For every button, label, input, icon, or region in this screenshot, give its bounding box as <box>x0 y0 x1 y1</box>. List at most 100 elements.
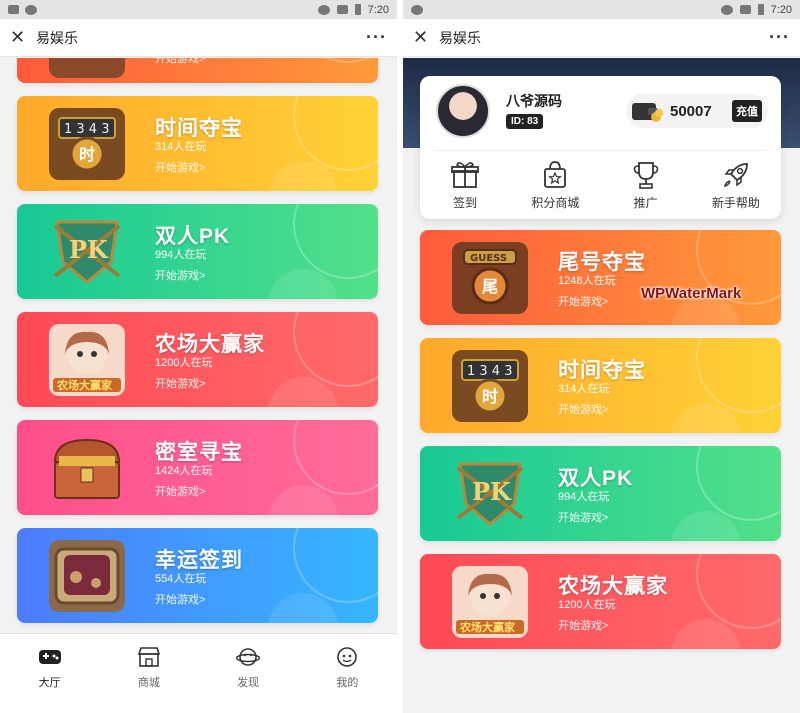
game-card-secret-room[interactable]: 密室寻宝 1424人在玩 开始游戏> <box>17 420 378 515</box>
player-count: 1200人在玩 <box>155 357 213 369</box>
treasure-chest-icon <box>49 432 125 504</box>
start-game-link[interactable]: 开始游戏> <box>155 375 205 391</box>
shop-icon <box>137 647 160 667</box>
svg-text:1 3 4 3: 1 3 4 3 <box>467 364 512 379</box>
player-count: 314人在玩 <box>558 383 610 395</box>
pk-shield-icon: PK <box>49 216 125 288</box>
start-game-link[interactable]: 开始游戏> <box>558 293 608 309</box>
profile-card: 八爷源码 ID: 83 50007 充值 签到 积分商城 推广 新手帮助 <box>420 76 781 219</box>
image-notification-icon <box>8 5 19 14</box>
action-label: 签到 <box>453 196 478 210</box>
wechat-notification-icon <box>411 4 423 15</box>
game-card-pk[interactable]: PK 双人PK 994人在玩 开始游戏> <box>420 446 781 541</box>
action-label: 新手帮助 <box>711 196 760 210</box>
svg-text:尾: 尾 <box>482 277 498 296</box>
title-bar: ✕ 易娱乐 ··· <box>0 19 397 57</box>
svg-text:PK: PK <box>69 235 109 264</box>
more-menu-icon[interactable]: ··· <box>366 27 387 48</box>
start-game-link[interactable]: 开始游戏> <box>155 159 205 175</box>
divider <box>434 150 767 151</box>
coin-wallet: 50007 充值 <box>626 94 768 128</box>
nav-label: 发现 <box>237 677 260 689</box>
planet-icon <box>236 648 261 666</box>
game-card-time-treasure[interactable]: 1 3 4 3时 时间夺宝 314人在玩 开始游戏> <box>17 96 378 191</box>
game-card-farm[interactable]: 农场大赢家 农场大赢家 1200人在玩 开始游戏> <box>17 312 378 407</box>
player-count: 554人在玩 <box>155 573 207 585</box>
points-mall-button[interactable]: 积分商城 <box>510 160 600 211</box>
signal-icon <box>336 5 348 14</box>
close-icon[interactable]: ✕ <box>413 27 435 48</box>
recharge-button[interactable]: 充值 <box>732 100 762 122</box>
avatar[interactable] <box>436 84 490 138</box>
action-label: 积分商城 <box>531 196 580 210</box>
start-game-link[interactable]: 开始游戏> <box>155 267 205 283</box>
player-count: 1200人在玩 <box>558 599 616 611</box>
nav-shop[interactable]: 商城 <box>99 634 198 713</box>
player-count: 1248人在玩 <box>558 275 616 287</box>
guess-icon <box>49 58 125 78</box>
user-id-badge: ID: 83 <box>506 114 544 129</box>
start-game-link[interactable]: 开始游戏> <box>558 617 608 633</box>
farm-girl-icon: 农场大赢家 <box>49 324 125 396</box>
bag-star-icon <box>544 161 567 188</box>
nav-label: 大厅 <box>38 677 61 689</box>
start-game-link[interactable]: 开始游戏> <box>155 591 205 607</box>
time-treasure-icon: 1 3 4 3 时 <box>452 350 528 422</box>
battery-icon <box>354 4 361 15</box>
rocket-icon <box>723 163 748 188</box>
close-icon[interactable]: ✕ <box>10 27 32 48</box>
svg-text:农场大赢家: 农场大赢家 <box>459 620 516 634</box>
face-icon <box>337 647 358 667</box>
game-card-farm[interactable]: 农场大赢家 农场大赢家 1200人在玩 开始游戏> <box>420 554 781 649</box>
farm-girl-icon: 农场大赢家 <box>452 566 528 638</box>
action-label: 推广 <box>633 196 658 210</box>
promote-button[interactable]: 推广 <box>601 160 691 211</box>
game-card-tail-number[interactable]: GUESS 尾 尾号夺宝 1248人在玩 开始游戏> <box>420 230 781 325</box>
svg-text:农场大赢家: 农场大赢家 <box>56 378 113 392</box>
wallet-icon <box>632 103 663 122</box>
app-title: 易娱乐 <box>439 29 481 46</box>
username: 八爷源码 <box>506 93 562 109</box>
start-game-link[interactable]: 开始游戏> <box>155 58 205 66</box>
battery-icon <box>757 4 764 15</box>
right-screen: 7:20 ✕ 易娱乐 ··· 八爷源码 ID: 83 50007 充值 签到 积… <box>403 0 800 713</box>
nav-lobby[interactable]: 大厅 <box>0 634 99 713</box>
svg-text:PK: PK <box>472 477 512 506</box>
start-game-link[interactable]: 开始游戏> <box>558 401 608 417</box>
pk-shield-icon: PK <box>452 458 528 530</box>
nav-mine[interactable]: 我的 <box>298 634 397 713</box>
status-bar: 7:20 <box>403 0 800 19</box>
checkin-button[interactable]: 签到 <box>420 160 510 211</box>
time-treasure-icon: 1 3 4 3 时 <box>49 108 125 180</box>
game-card-lucky-checkin[interactable]: 幸运签到 554人在玩 开始游戏> <box>17 528 378 623</box>
status-bar: 7:20 <box>0 0 397 19</box>
bottom-nav: 大厅 商城 发现 我的 <box>0 633 397 713</box>
guess-icon: GUESS 尾 <box>452 242 528 314</box>
start-game-link[interactable]: 开始游戏> <box>155 483 205 499</box>
quick-actions: 签到 积分商城 推广 新手帮助 <box>420 160 781 211</box>
player-count: 314人在玩 <box>155 141 207 153</box>
nav-discover[interactable]: 发现 <box>199 634 298 713</box>
wifi-icon <box>720 4 733 15</box>
left-screen: 7:20 ✕ 易娱乐 ··· 开始游戏> 1 3 4 3时 时间夺宝 314人在… <box>0 0 397 713</box>
nav-label: 我的 <box>336 677 359 689</box>
wifi-icon <box>317 4 330 15</box>
game-card-pk[interactable]: PK 双人PK 994人在玩 开始游戏> <box>17 204 378 299</box>
player-count: 1424人在玩 <box>155 465 213 477</box>
game-list[interactable]: 开始游戏> 1 3 4 3时 时间夺宝 314人在玩 开始游戏> PK 双人PK… <box>0 58 397 713</box>
newbie-help-button[interactable]: 新手帮助 <box>691 160 781 211</box>
player-count: 994人在玩 <box>155 249 207 261</box>
start-game-link[interactable]: 开始游戏> <box>558 509 608 525</box>
game-card-partial[interactable]: 开始游戏> <box>17 58 378 83</box>
coin-balance: 50007 <box>670 102 712 120</box>
game-card-time-treasure[interactable]: 1 3 4 3时 时间夺宝 314人在玩 开始游戏> <box>420 338 781 433</box>
home-content[interactable]: 八爷源码 ID: 83 50007 充值 签到 积分商城 推广 新手帮助 GUE… <box>403 58 800 713</box>
nav-label: 商城 <box>137 677 160 689</box>
svg-text:GUESS: GUESS <box>470 253 507 264</box>
status-time: 7:20 <box>770 3 792 16</box>
gamepad-icon <box>38 650 61 664</box>
more-menu-icon[interactable]: ··· <box>769 27 790 48</box>
player-count: 994人在玩 <box>558 491 610 503</box>
status-time: 7:20 <box>367 3 389 16</box>
gift-icon <box>451 162 480 188</box>
